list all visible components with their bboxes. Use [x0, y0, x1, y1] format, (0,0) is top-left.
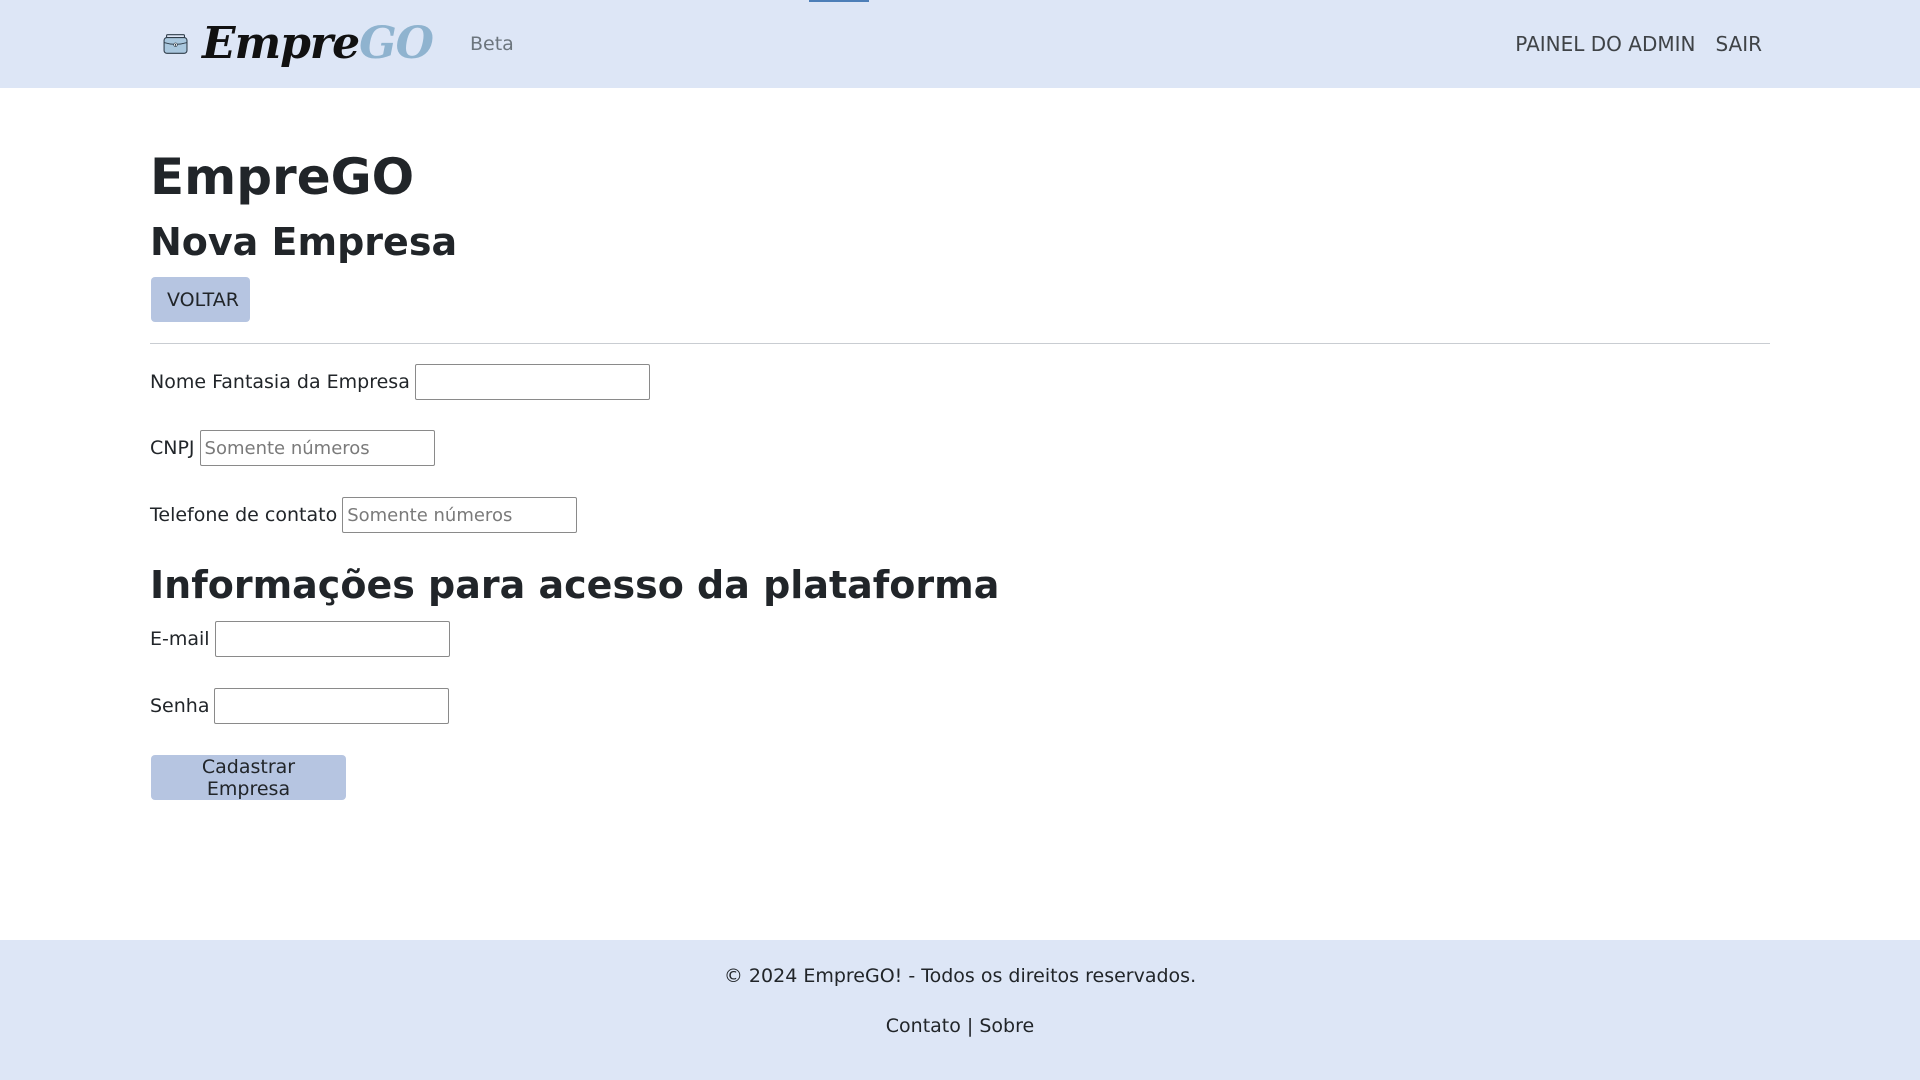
- company-name-field-group: Nome Fantasia da Empresa: [150, 364, 650, 400]
- footer-link-contact[interactable]: Contato: [886, 1015, 961, 1037]
- nav-active-indicator: [809, 0, 869, 2]
- phone-input[interactable]: [342, 497, 578, 533]
- nav-links: PAINEL DO ADMIN SAIR: [1515, 32, 1762, 56]
- briefcase-icon: [163, 34, 188, 54]
- footer: © 2024 EmpreGO! - Todos os direitos rese…: [0, 940, 1920, 1080]
- register-company-button[interactable]: Cadastrar Empresa: [151, 755, 346, 800]
- logo-text-light: GO: [359, 18, 434, 69]
- logo-wordmark: EmpreGO: [202, 22, 434, 66]
- nav-link-admin-panel[interactable]: PAINEL DO ADMIN: [1515, 32, 1695, 56]
- footer-link-about[interactable]: Sobre: [979, 1015, 1034, 1037]
- email-input[interactable]: [214, 621, 450, 657]
- email-field-group: E-mail: [150, 621, 450, 657]
- company-name-input[interactable]: [414, 364, 650, 400]
- cnpj-field-group: CNPJ: [150, 430, 435, 466]
- beta-badge: Beta: [470, 33, 514, 55]
- password-field-group: Senha: [150, 688, 450, 724]
- top-navbar: EmpreGO Beta PAINEL DO ADMIN SAIR: [0, 0, 1920, 88]
- phone-field-group: Telefone de contato: [150, 497, 578, 533]
- password-label: Senha: [150, 695, 210, 717]
- company-name-label: Nome Fantasia da Empresa: [150, 371, 410, 393]
- nav-link-logout[interactable]: SAIR: [1715, 32, 1762, 56]
- page-subtitle: Nova Empresa: [150, 220, 458, 264]
- divider: [150, 343, 1770, 344]
- cnpj-label: CNPJ: [150, 437, 195, 459]
- password-input[interactable]: [214, 688, 450, 724]
- copyright-text: © 2024 EmpreGO! - Todos os direitos rese…: [723, 965, 1197, 987]
- logo-text-dark: Empre: [202, 18, 360, 69]
- phone-label: Telefone de contato: [150, 504, 338, 526]
- back-button[interactable]: VOLTAR: [151, 277, 250, 322]
- footer-separator: |: [966, 1015, 974, 1037]
- email-label: E-mail: [150, 628, 210, 650]
- access-section-heading: Informações para acesso da plataforma: [150, 563, 1000, 607]
- brand-logo[interactable]: EmpreGO: [163, 14, 434, 74]
- footer-links: Contato | Sobre: [0, 1015, 1920, 1037]
- cnpj-input[interactable]: [199, 430, 435, 466]
- page-title: EmpreGO: [150, 148, 415, 206]
